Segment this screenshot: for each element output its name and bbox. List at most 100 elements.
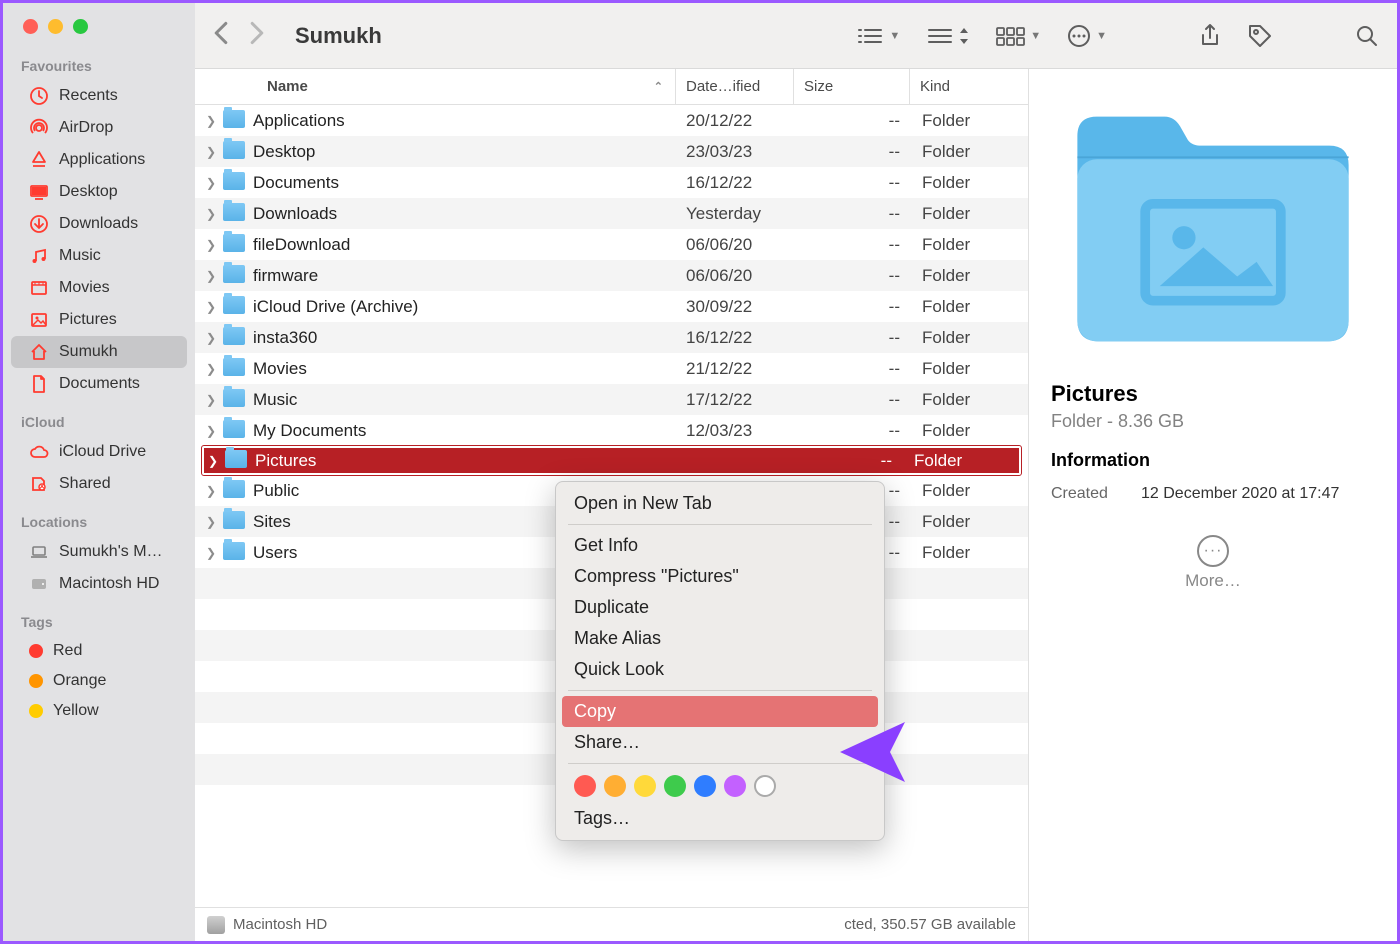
disclosure-triangle-icon[interactable]: ❯ [201, 331, 221, 345]
menu-separator [568, 690, 872, 691]
file-date: 12/03/23 [676, 421, 794, 441]
sidebar-item-label: Pictures [59, 311, 117, 329]
folder-icon [223, 480, 245, 502]
disclosure-triangle-icon[interactable]: ❯ [201, 424, 221, 438]
view-list-button[interactable]: ▼ [856, 26, 900, 46]
forward-button[interactable] [249, 21, 265, 50]
file-name: Desktop [253, 142, 676, 162]
sidebar-item-desktop[interactable]: Desktop [11, 176, 187, 208]
sidebar-item-sumukh-s-m-[interactable]: Sumukh's M… [11, 536, 187, 568]
tag-color-swatch[interactable] [724, 775, 746, 797]
disclosure-triangle-icon[interactable]: ❯ [201, 515, 221, 529]
context-menu-duplicate[interactable]: Duplicate [556, 592, 884, 623]
context-menu-compress-pictures[interactable]: Compress "Pictures" [556, 561, 884, 592]
disclosure-triangle-icon[interactable]: ❯ [201, 114, 221, 128]
sidebar-item-label: Applications [59, 151, 145, 169]
tag-color-swatch[interactable] [604, 775, 626, 797]
context-menu-share[interactable]: Share… [556, 727, 884, 758]
column-date[interactable]: Date…ified [676, 69, 794, 104]
more-icon[interactable]: ··· [1197, 535, 1229, 567]
sort-asc-icon: ⌃ [654, 80, 663, 93]
disclosure-triangle-icon[interactable]: ❯ [201, 546, 221, 560]
file-row[interactable]: ❯ firmware 06/06/20 -- Folder [195, 260, 1028, 291]
sidebar-tag-orange[interactable]: Orange [11, 666, 187, 696]
tag-color-swatch[interactable] [574, 775, 596, 797]
sidebar-item-movies[interactable]: Movies [11, 272, 187, 304]
sort-arrows-icon [959, 27, 969, 45]
minimize-window-button[interactable] [48, 19, 63, 34]
folder-icon [223, 203, 245, 225]
folder-icon [223, 265, 245, 287]
folder-icon [223, 172, 245, 194]
zoom-window-button[interactable] [73, 19, 88, 34]
chevron-down-icon: ▼ [889, 30, 900, 42]
file-row[interactable]: ❯ insta360 16/12/22 -- Folder [195, 322, 1028, 353]
toolbar: Sumukh ▼ ▼ ▼ [195, 3, 1397, 69]
sidebar-heading-locations: Locations [3, 514, 195, 536]
back-button[interactable] [213, 21, 229, 50]
context-menu-get-info[interactable]: Get Info [556, 530, 884, 561]
clock-icon [29, 86, 49, 106]
file-name: fileDownload [253, 235, 676, 255]
tag-color-swatch[interactable] [664, 775, 686, 797]
disclosure-triangle-icon[interactable]: ❯ [201, 269, 221, 283]
column-kind[interactable]: Kind [910, 69, 1028, 104]
group-by-button[interactable] [926, 26, 969, 46]
disclosure-triangle-icon[interactable]: ❯ [201, 393, 221, 407]
column-name[interactable]: Name⌃ [257, 69, 676, 104]
column-size[interactable]: Size [794, 69, 910, 104]
sidebar-item-airdrop[interactable]: AirDrop [11, 112, 187, 144]
sidebar-item-label: Documents [59, 375, 140, 393]
disclosure-triangle-icon[interactable]: ❯ [201, 238, 221, 252]
file-row[interactable]: ❯ Pictures -- Folder [201, 445, 1022, 476]
context-menu-make-alias[interactable]: Make Alias [556, 623, 884, 654]
disclosure-triangle-icon[interactable]: ❯ [201, 362, 221, 376]
tag-color-swatch[interactable] [634, 775, 656, 797]
view-gallery-button[interactable]: ▼ [995, 26, 1041, 46]
file-row[interactable]: ❯ My Documents 12/03/23 -- Folder [195, 415, 1028, 446]
disclosure-triangle-icon[interactable]: ❯ [201, 207, 221, 221]
more-label[interactable]: More… [1051, 571, 1375, 591]
tags-button[interactable] [1247, 23, 1273, 49]
sidebar-tag-red[interactable]: Red [11, 636, 187, 666]
file-kind: Folder [912, 390, 1028, 410]
file-row[interactable]: ❯ fileDownload 06/06/20 -- Folder [195, 229, 1028, 260]
sidebar-item-shared[interactable]: Shared [11, 468, 187, 500]
file-row[interactable]: ❯ iCloud Drive (Archive) 30/09/22 -- Fol… [195, 291, 1028, 322]
folder-icon [223, 389, 245, 411]
context-menu-quick-look[interactable]: Quick Look [556, 654, 884, 685]
tag-color-none[interactable] [754, 775, 776, 797]
disclosure-triangle-icon[interactable]: ❯ [201, 484, 221, 498]
file-row[interactable]: ❯ Music 17/12/22 -- Folder [195, 384, 1028, 415]
disclosure-triangle-icon[interactable]: ❯ [201, 176, 221, 190]
sidebar-item-applications[interactable]: Applications [11, 144, 187, 176]
context-menu-copy[interactable]: Copy [562, 696, 878, 727]
close-window-button[interactable] [23, 19, 38, 34]
sidebar-item-recents[interactable]: Recents [11, 80, 187, 112]
file-row[interactable]: ❯ Desktop 23/03/23 -- Folder [195, 136, 1028, 167]
action-menu-button[interactable]: ▼ [1067, 24, 1107, 48]
sidebar-item-downloads[interactable]: Downloads [11, 208, 187, 240]
disclosure-triangle-icon[interactable]: ❯ [203, 454, 223, 468]
sidebar-item-icloud-drive[interactable]: iCloud Drive [11, 436, 187, 468]
tag-color-swatch[interactable] [694, 775, 716, 797]
sidebar-item-documents[interactable]: Documents [11, 368, 187, 400]
sidebar-item-sumukh[interactable]: Sumukh [11, 336, 187, 368]
file-row[interactable]: ❯ Downloads Yesterday -- Folder [195, 198, 1028, 229]
sidebar-tag-yellow[interactable]: Yellow [11, 696, 187, 726]
path-segment[interactable]: Macintosh HD [233, 916, 327, 933]
sidebar-item-pictures[interactable]: Pictures [11, 304, 187, 336]
context-menu-open-in-new-tab[interactable]: Open in New Tab [556, 488, 884, 519]
sidebar-item-music[interactable]: Music [11, 240, 187, 272]
sidebar-item-macintosh-hd[interactable]: Macintosh HD [11, 568, 187, 600]
search-button[interactable] [1355, 24, 1379, 48]
context-menu-tags[interactable]: Tags… [556, 803, 884, 834]
file-row[interactable]: ❯ Documents 16/12/22 -- Folder [195, 167, 1028, 198]
laptop-icon [29, 542, 49, 562]
disclosure-triangle-icon[interactable]: ❯ [201, 300, 221, 314]
file-row[interactable]: ❯ Applications 20/12/22 -- Folder [195, 105, 1028, 136]
disclosure-triangle-icon[interactable]: ❯ [201, 145, 221, 159]
share-button[interactable] [1199, 23, 1221, 49]
file-date: 16/12/22 [676, 173, 794, 193]
file-row[interactable]: ❯ Movies 21/12/22 -- Folder [195, 353, 1028, 384]
